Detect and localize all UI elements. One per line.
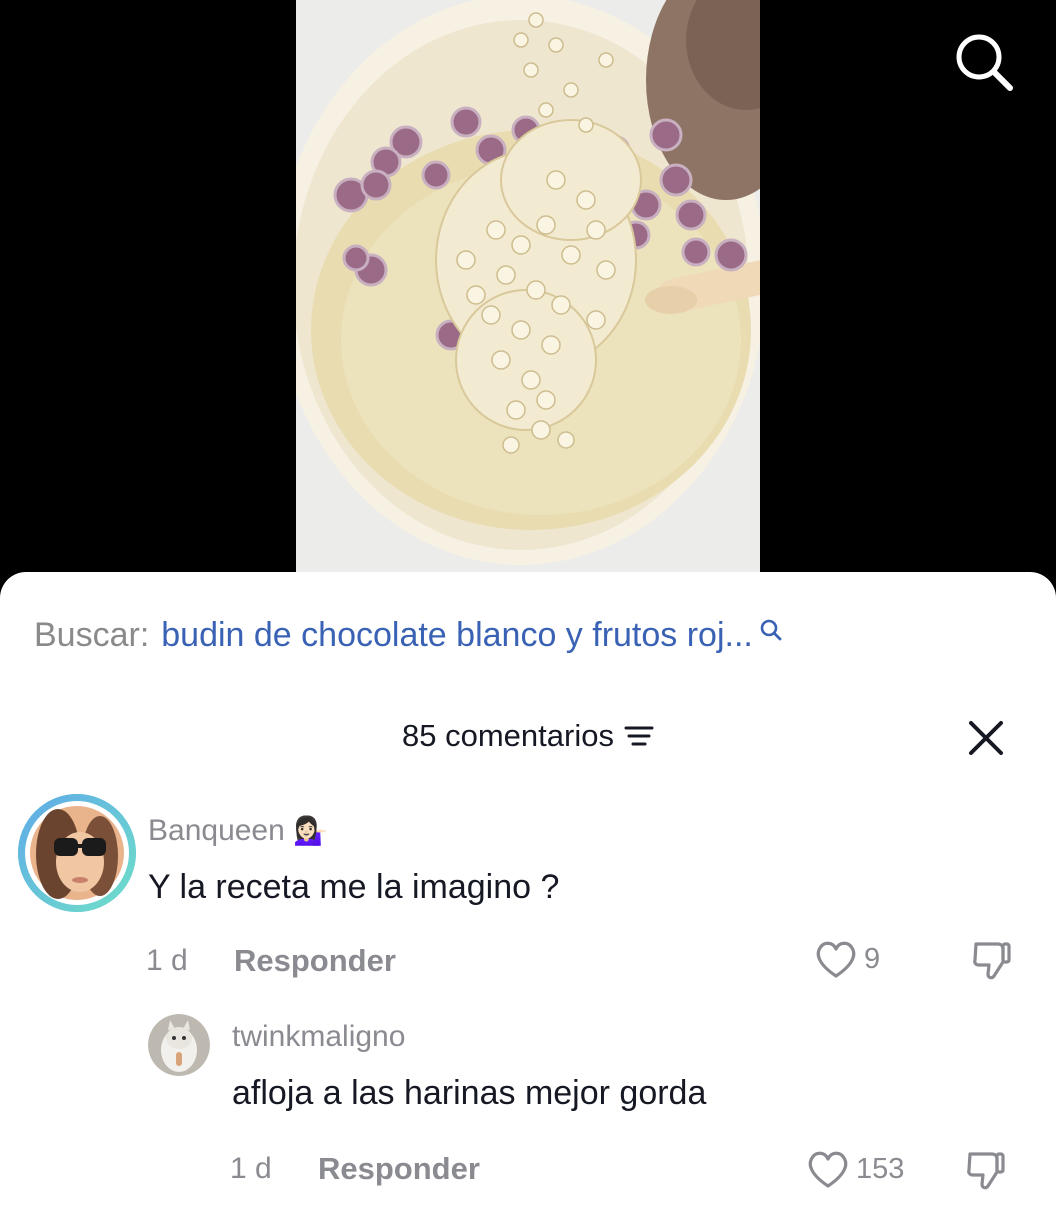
video-frame[interactable] [296,0,760,575]
comment-item: twinkmaligno afloja a las harinas mejor … [0,572,1056,1212]
like-count: 153 [856,1152,905,1185]
search-icon [956,34,1013,91]
reply-button[interactable]: Responder [318,1151,480,1187]
thumbs-down-icon[interactable] [964,1148,1008,1192]
avatar[interactable] [148,1014,210,1076]
comments-sheet: Buscar: budin de chocolate blanco y frut… [0,572,1056,1212]
top-search-button[interactable] [952,30,1016,94]
video-thumbnail-image [296,0,760,575]
like-button[interactable]: 153 [806,1148,904,1190]
comment-username[interactable]: twinkmaligno [232,1020,405,1054]
comment-age: 1 d [230,1152,272,1185]
video-player[interactable] [0,0,1056,600]
avatar-image [148,1014,210,1076]
comment-text: afloja a las harinas mejor gorda [232,1074,707,1112]
heart-outline-icon [808,1151,848,1188]
